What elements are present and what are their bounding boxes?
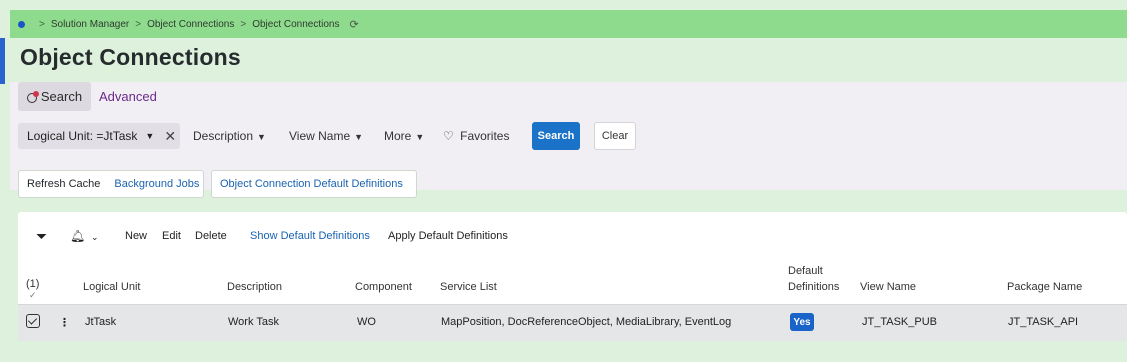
search-tab-label: Search xyxy=(40,89,83,104)
search-icon xyxy=(26,90,39,103)
column-header-package-name[interactable]: Package Name xyxy=(1007,281,1082,293)
column-header-view-name[interactable]: View Name xyxy=(860,281,916,293)
selected-count: (1) xyxy=(26,278,40,290)
caret-down-icon[interactable]: ▼ xyxy=(145,131,154,141)
new-button[interactable]: New xyxy=(125,230,147,242)
cell-description: Work Task xyxy=(228,316,279,328)
search-tab[interactable]: Search xyxy=(18,82,91,111)
cell-service-list: MapPosition, DocReferenceObject, MediaLi… xyxy=(441,316,732,328)
chevron-right-icon: > xyxy=(240,18,247,30)
default-definitions-badge: Yes xyxy=(790,313,814,331)
description-filter[interactable]: Description ▼ xyxy=(193,129,266,143)
home-icon[interactable] xyxy=(18,20,25,28)
delete-button[interactable]: Delete xyxy=(195,230,227,242)
chevron-right-icon: > xyxy=(39,18,45,30)
column-header-logical-unit[interactable]: Logical Unit xyxy=(83,281,140,293)
chevron-right-icon: > xyxy=(135,18,142,30)
filter-icon[interactable]: ⏷ xyxy=(36,228,47,245)
favorites-button[interactable]: ♡ Favorites xyxy=(443,129,509,143)
notification-dot-icon xyxy=(32,90,39,97)
search-button[interactable]: Search xyxy=(532,122,580,150)
more-filter[interactable]: More ▼ xyxy=(384,129,424,143)
advanced-tab[interactable]: Advanced xyxy=(99,89,157,104)
breadcrumb-item[interactable]: Solution Manager xyxy=(51,19,129,30)
nav-accent xyxy=(0,38,5,84)
column-header-default-line2[interactable]: Definitions xyxy=(788,281,839,293)
command-group: Refresh Cache Background Jobs xyxy=(18,170,204,198)
column-header-description[interactable]: Description xyxy=(227,281,282,293)
background-jobs-button[interactable]: Background Jobs xyxy=(114,178,199,190)
refresh-icon[interactable]: ⟳ xyxy=(349,18,358,31)
caret-down-icon: ▼ xyxy=(415,132,425,142)
chevron-down-icon[interactable]: ⌄ xyxy=(91,232,99,243)
top-bar: > Solution Manager > Object Connections … xyxy=(10,10,1127,38)
cell-logical-unit[interactable]: JtTask xyxy=(85,316,116,328)
apply-default-definitions-button[interactable]: Apply Default Definitions xyxy=(388,230,508,242)
caret-down-icon: ▼ xyxy=(354,132,364,142)
command-group: Object Connection Default Definitions xyxy=(211,170,417,198)
more-filter-label: More xyxy=(384,129,412,143)
cell-package-name: JT_TASK_API xyxy=(1008,316,1079,328)
row-checkbox[interactable] xyxy=(26,314,40,328)
column-header-component[interactable]: Component xyxy=(355,281,412,293)
close-icon[interactable]: ✕ xyxy=(164,128,176,145)
cell-component: WO xyxy=(357,316,376,328)
column-header-service-list[interactable]: Service List xyxy=(440,281,497,293)
default-definitions-button[interactable]: Object Connection Default Definitions xyxy=(220,178,403,190)
cell-view-name: JT_TASK_PUB xyxy=(862,316,937,328)
bell-icon[interactable]: 🔔︎ xyxy=(70,229,85,243)
clear-button[interactable]: Clear xyxy=(594,122,636,150)
filter-chip-label: Logical Unit: =JtTask xyxy=(27,129,138,143)
favorites-label: Favorites xyxy=(460,129,510,143)
description-filter-label: Description xyxy=(193,129,254,143)
breadcrumb: > Solution Manager > Object Connections … xyxy=(18,10,359,38)
logical-unit-filter-chip[interactable]: Logical Unit: =JtTask ▼ ✕ xyxy=(18,123,180,149)
view-name-filter[interactable]: View Name ▼ xyxy=(289,129,363,143)
edit-button[interactable]: Edit xyxy=(162,230,181,242)
row-menu-icon[interactable]: ⋮ xyxy=(59,316,70,329)
column-header-default-line1[interactable]: Default xyxy=(788,265,823,277)
check-icon: ✓ xyxy=(29,290,37,300)
breadcrumb-item[interactable]: Object Connections xyxy=(147,19,234,30)
page-title: Object Connections xyxy=(20,44,241,70)
breadcrumb-item: Object Connections xyxy=(252,18,340,30)
refresh-cache-button[interactable]: Refresh Cache xyxy=(27,178,100,190)
view-name-filter-label: View Name xyxy=(289,129,351,143)
show-default-definitions-button[interactable]: Show Default Definitions xyxy=(250,230,370,242)
caret-down-icon: ▼ xyxy=(257,132,266,142)
heart-icon: ♡ xyxy=(443,129,454,143)
